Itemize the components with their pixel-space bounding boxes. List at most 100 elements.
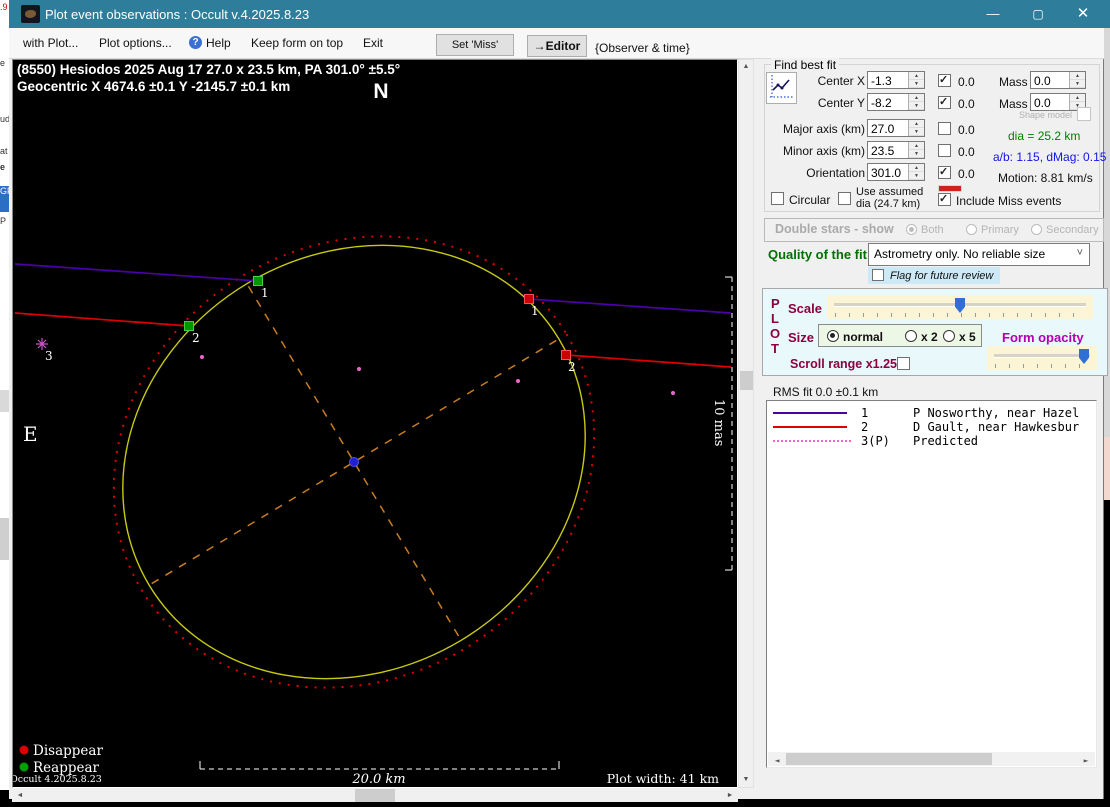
major-axis-error: 0.0 (958, 123, 975, 137)
menu-with-plot[interactable]: with Plot... (23, 36, 78, 50)
scroll-left-icon[interactable]: ◄ (13, 790, 27, 802)
mas-scale-label: 10 mas (711, 399, 726, 446)
chord2-line-sample (773, 426, 847, 428)
center-x-spinner[interactable]: -1.3 ▲ ▼ (867, 71, 925, 89)
size-normal-radio[interactable] (827, 330, 839, 342)
chord1-line-sample (773, 412, 847, 414)
plot-vertical-scrollbar[interactable]: ▲ ▼ (738, 59, 754, 788)
major-axis-value: 27.0 (871, 122, 895, 136)
center-y-spin-arrows[interactable]: ▲ ▼ (908, 94, 924, 110)
maximize-button[interactable]: ▢ (1017, 0, 1059, 28)
plot-vscroll-thumb[interactable] (740, 371, 753, 390)
form-opacity-slider[interactable] (987, 346, 1097, 370)
orientation-spin-arrows[interactable]: ▲ ▼ (908, 164, 924, 180)
station3-label: 3 (45, 349, 53, 363)
set-miss-times-button[interactable]: Set 'Miss' Times (436, 34, 514, 71)
observation-2-text: D Gault, near Hawkesbur (913, 420, 1080, 434)
scroll-down-icon[interactable]: ▼ (739, 774, 753, 786)
include-miss-checkbox[interactable] (938, 192, 951, 206)
form-opacity-thumb[interactable] (1079, 349, 1089, 364)
plot-horizontal-scrollbar[interactable]: ◄ ► (12, 789, 738, 802)
ellipse-center-marker[interactable] (349, 457, 359, 467)
plot-area[interactable]: (8550) Hesiodos 2025 Aug 17 27.0 x 23.5 … (10, 59, 738, 788)
minor-axis-fit-checkbox[interactable] (938, 144, 951, 157)
chord1-left-segment[interactable] (14, 263, 259, 282)
disappear-legend-icon (19, 745, 29, 755)
size-x2-radio[interactable] (905, 330, 917, 342)
observation-row-1[interactable]: 1 P Nosworthy, near Hazel (767, 406, 1096, 420)
scale-slider[interactable] (827, 295, 1093, 319)
observation-1-text: P Nosworthy, near Hazel (913, 406, 1080, 420)
menu-help[interactable]: Help (206, 36, 231, 50)
center-x-fit-checkbox[interactable] (938, 73, 951, 87)
predicted-path-dots (200, 355, 675, 395)
double-primary-radio[interactable] (966, 224, 977, 235)
background-window-right (1104, 0, 1110, 807)
listbox-scroll-left-icon[interactable]: ◄ (770, 755, 784, 767)
major-axis-spin-arrows[interactable]: ▲ ▼ (908, 120, 924, 136)
circular-checkbox[interactable] (771, 192, 784, 205)
center-y-value: -8.2 (871, 96, 892, 110)
scroll-right-icon[interactable]: ► (723, 790, 737, 802)
listbox-scroll-right-icon[interactable]: ► (1079, 755, 1093, 767)
minor-axis-spinner[interactable]: 23.5 ▲ ▼ (867, 141, 925, 159)
mass-x-spin-arrows[interactable]: ▲ ▼ (1069, 72, 1085, 88)
minimize-button[interactable]: — (972, 0, 1014, 28)
double-secondary-radio[interactable] (1031, 224, 1042, 235)
window-title: Plot event observations : Occult v.4.202… (45, 7, 310, 22)
double-both-label: Both (921, 224, 944, 236)
flag-review-checkbox[interactable] (872, 269, 884, 281)
chord2-label-left: 2 (192, 331, 200, 345)
menu-plot-options[interactable]: Plot options... (99, 36, 172, 50)
use-assumed-dia-checkbox[interactable] (838, 192, 851, 205)
shape-model-checkbox[interactable] (1077, 107, 1091, 121)
form-opacity-track (994, 354, 1090, 358)
editor-button[interactable]: →Editor (527, 35, 587, 57)
orientation-value: 301.0 (871, 166, 902, 180)
reappear-marker-chord1[interactable] (253, 276, 263, 286)
listbox-horizontal-scrollbar[interactable]: ◄ ► (768, 752, 1095, 766)
motion-label: Motion: 8.81 km/s (998, 171, 1093, 185)
reappear-marker-chord2[interactable] (184, 321, 194, 331)
major-axis-fit-checkbox[interactable] (938, 122, 951, 135)
occultation-plot-svg: (8550) Hesiodos 2025 Aug 17 27.0 x 23.5 … (10, 62, 733, 787)
size-x2-label: x 2 (921, 330, 938, 344)
chord1-right-segment[interactable] (528, 298, 732, 314)
disappear-marker-chord2[interactable] (561, 350, 571, 360)
chord2-left-segment[interactable] (14, 312, 190, 327)
listbox-hscroll-thumb[interactable] (786, 753, 992, 765)
size-x5-radio[interactable] (943, 330, 955, 342)
quality-combobox[interactable]: Astrometry only. No reliable size ˅ (868, 243, 1090, 266)
close-button[interactable]: ✕ (1062, 0, 1104, 28)
observation-row-2[interactable]: 2 D Gault, near Hawkesbur (767, 420, 1096, 434)
minor-axis-spin-arrows[interactable]: ▲ ▼ (908, 142, 924, 158)
disappear-marker-chord1[interactable] (524, 294, 534, 304)
center-y-fit-checkbox[interactable] (938, 95, 951, 109)
help-icon[interactable]: ? (189, 36, 202, 49)
observations-listbox[interactable]: 1 P Nosworthy, near Hazel 2 D Gault, nea… (766, 400, 1097, 768)
scroll-range-checkbox[interactable] (897, 357, 910, 370)
include-miss-label: Include Miss events (956, 194, 1062, 208)
center-x-label: Center X (817, 74, 865, 88)
center-y-spinner[interactable]: -8.2 ▲ ▼ (867, 93, 925, 111)
plot-hscroll-thumb[interactable] (355, 789, 395, 802)
menu-keep-on-top[interactable]: Keep form on top (251, 36, 343, 50)
orientation-fit-checkbox[interactable] (938, 165, 951, 179)
scroll-up-icon[interactable]: ▲ (739, 61, 753, 73)
menu-exit[interactable]: Exit (363, 36, 383, 50)
rms-fit-label: RMS fit 0.0 ±0.1 km (773, 385, 879, 399)
orientation-spinner[interactable]: 301.0 ▲ ▼ (867, 163, 925, 181)
center-x-spin-arrows[interactable]: ▲ ▼ (908, 72, 924, 88)
km-scale-label: 20.0 km (351, 772, 405, 787)
reappear-legend-icon (19, 762, 29, 772)
center-x-error: 0.0 (958, 75, 975, 89)
center-y-error: 0.0 (958, 97, 975, 111)
double-both-radio[interactable] (906, 224, 917, 235)
major-axis-spinner[interactable]: 27.0 ▲ ▼ (867, 119, 925, 137)
observation-row-3[interactable]: 3(P) Predicted (767, 434, 1096, 448)
mass-x-spinner[interactable]: 0.0 ▲ ▼ (1030, 71, 1086, 89)
scale-slider-thumb[interactable] (955, 298, 965, 313)
ab-dmag-label: a/b: 1.15, dMag: 0.15 (993, 150, 1107, 164)
chord2-right-segment[interactable] (566, 354, 732, 368)
size-normal-label: normal (843, 330, 884, 344)
